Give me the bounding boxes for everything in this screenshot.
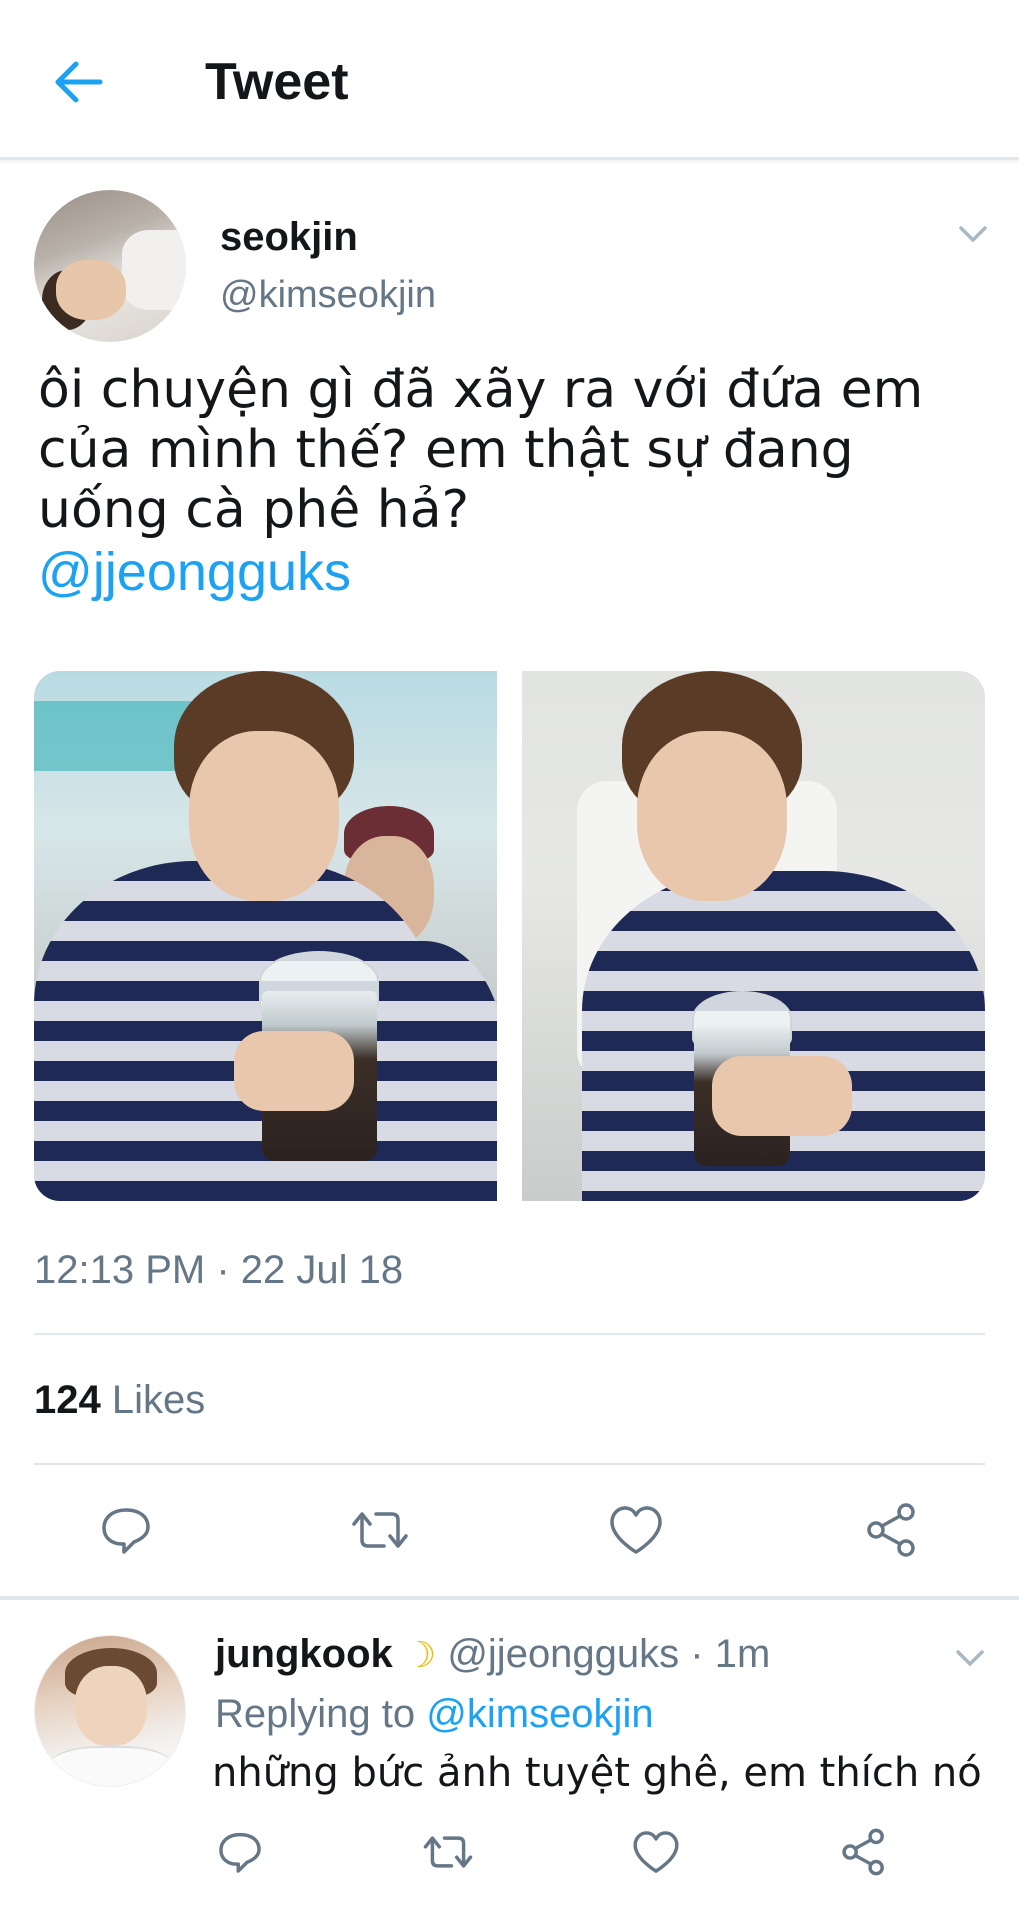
mention-link[interactable]: @jjeongguks bbox=[38, 542, 988, 602]
reply-header: jungkook ☽ @jjeongguks · 1m bbox=[215, 1630, 770, 1679]
tweet-timestamp: 12:13 PM · 22 Jul 18 bbox=[34, 1248, 404, 1292]
replying-prefix: Replying to bbox=[215, 1692, 416, 1736]
reply-text: những bức ảnh tuyệt ghê, em thích nó bbox=[212, 1750, 982, 1796]
likes-stat[interactable]: 124 Likes bbox=[34, 1378, 205, 1423]
author-avatar[interactable] bbox=[34, 190, 186, 342]
reply-time: · 1m bbox=[690, 1632, 771, 1676]
page-title: Tweet bbox=[205, 53, 349, 111]
likes-label: Likes bbox=[111, 1378, 206, 1422]
replying-to: Replying to @kimseokjin bbox=[215, 1692, 654, 1737]
thread-separator bbox=[0, 1596, 1019, 1600]
reply-icon[interactable] bbox=[214, 1826, 266, 1878]
reply-handle[interactable]: @jjeongguks bbox=[447, 1632, 679, 1676]
divider bbox=[34, 1463, 985, 1465]
chevron-down-icon[interactable] bbox=[953, 214, 993, 254]
share-icon[interactable] bbox=[862, 1500, 922, 1560]
tweet-text-line: ôi chuyện gì đã xãy ra với đứa em bbox=[38, 360, 924, 420]
author-display-name[interactable]: seokjin bbox=[220, 215, 358, 260]
back-button[interactable] bbox=[48, 50, 112, 114]
tweet-text: ôi chuyện gì đã xãy ra với đứa em của mì… bbox=[38, 360, 988, 602]
reply-icon[interactable] bbox=[96, 1500, 156, 1560]
tweet-text-line: uống cà phê hả? bbox=[38, 480, 470, 540]
likes-count: 124 bbox=[34, 1378, 101, 1422]
tweet-photo-1[interactable] bbox=[34, 671, 497, 1201]
top-app-bar: Tweet bbox=[0, 0, 1019, 160]
tweet-photo-2[interactable] bbox=[522, 671, 985, 1201]
retweet-icon[interactable] bbox=[422, 1826, 474, 1878]
replying-to-mention[interactable]: @kimseokjin bbox=[426, 1692, 653, 1736]
author-handle[interactable]: @kimseokjin bbox=[220, 274, 436, 317]
chevron-down-icon[interactable] bbox=[950, 1638, 990, 1678]
retweet-icon[interactable] bbox=[350, 1500, 410, 1560]
like-icon[interactable] bbox=[606, 1500, 666, 1560]
reply-author-avatar[interactable] bbox=[34, 1635, 186, 1787]
reply-display-name[interactable]: jungkook bbox=[215, 1632, 393, 1676]
share-icon[interactable] bbox=[838, 1826, 890, 1878]
like-icon[interactable] bbox=[630, 1826, 682, 1878]
tweet-text-line: của mình thế? em thật sự đang bbox=[38, 420, 854, 480]
divider bbox=[34, 1333, 985, 1335]
arrow-left-icon bbox=[48, 50, 112, 114]
moon-emoji: ☽ bbox=[403, 1634, 437, 1675]
